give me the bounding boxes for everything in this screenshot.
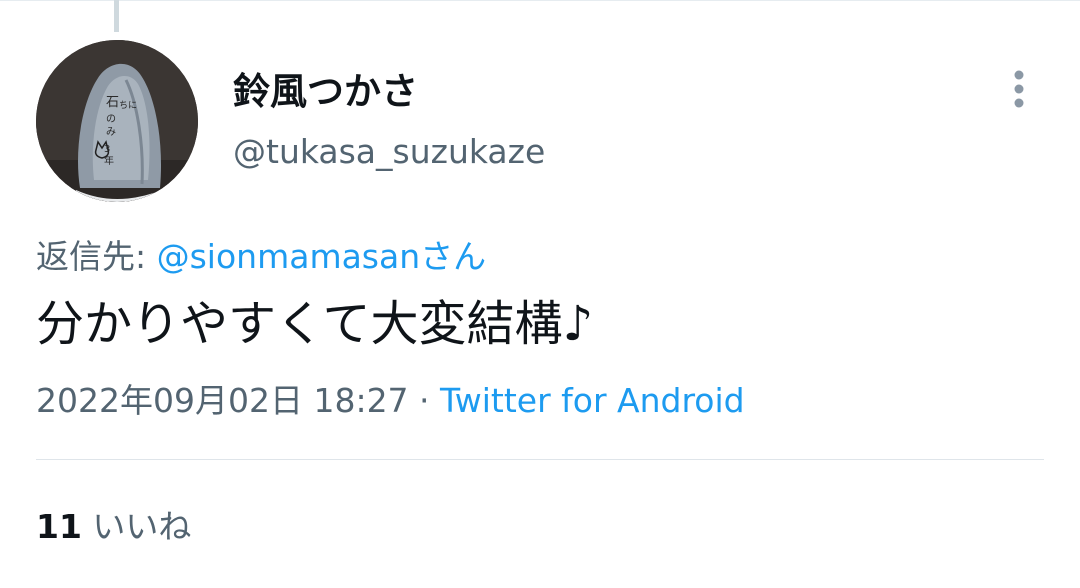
tweet-source-link[interactable]: Twitter for Android <box>440 381 745 420</box>
likes-label: いいね <box>81 507 192 546</box>
avatar-image-stone: 石 の み ちに 3 年 <box>36 40 198 202</box>
reply-to-line: 返信先: @sionmamasanさん <box>36 232 486 282</box>
likes-count: 11 <box>36 507 82 546</box>
reply-prefix: 返信先: <box>36 237 157 276</box>
svg-text:の: の <box>106 114 116 125</box>
meta-separator: · <box>408 381 441 420</box>
tweet-timestamp[interactable]: 2022年09月02日 18:27 <box>36 381 409 420</box>
tweet-detail: 石 の み ちに 3 年 鈴風つかさ @tukasa_suzukaze 返信先:… <box>0 0 1080 588</box>
tweet-meta: 2022年09月02日 18:27 · Twitter for Android <box>36 376 745 426</box>
likes-stat[interactable]: 11 いいね <box>36 502 191 552</box>
avatar[interactable]: 石 の み ちに 3 年 <box>36 40 198 202</box>
top-border <box>0 0 1080 1</box>
svg-text:み: み <box>106 127 116 138</box>
user-handle[interactable]: @tukasa_suzukaze <box>233 128 545 176</box>
more-vertical-icon <box>1014 70 1024 108</box>
display-name[interactable]: 鈴風つかさ <box>233 66 418 118</box>
svg-text:ちに: ちに <box>119 100 137 111</box>
thread-connector-line <box>114 0 119 32</box>
reply-mention-link[interactable]: @sionmamasanさん <box>157 237 487 276</box>
tweet-text: 分かりやすくて大変結構♪ <box>36 296 594 352</box>
more-options-button[interactable] <box>996 62 1042 116</box>
divider <box>36 459 1044 460</box>
svg-text:石: 石 <box>106 95 119 110</box>
